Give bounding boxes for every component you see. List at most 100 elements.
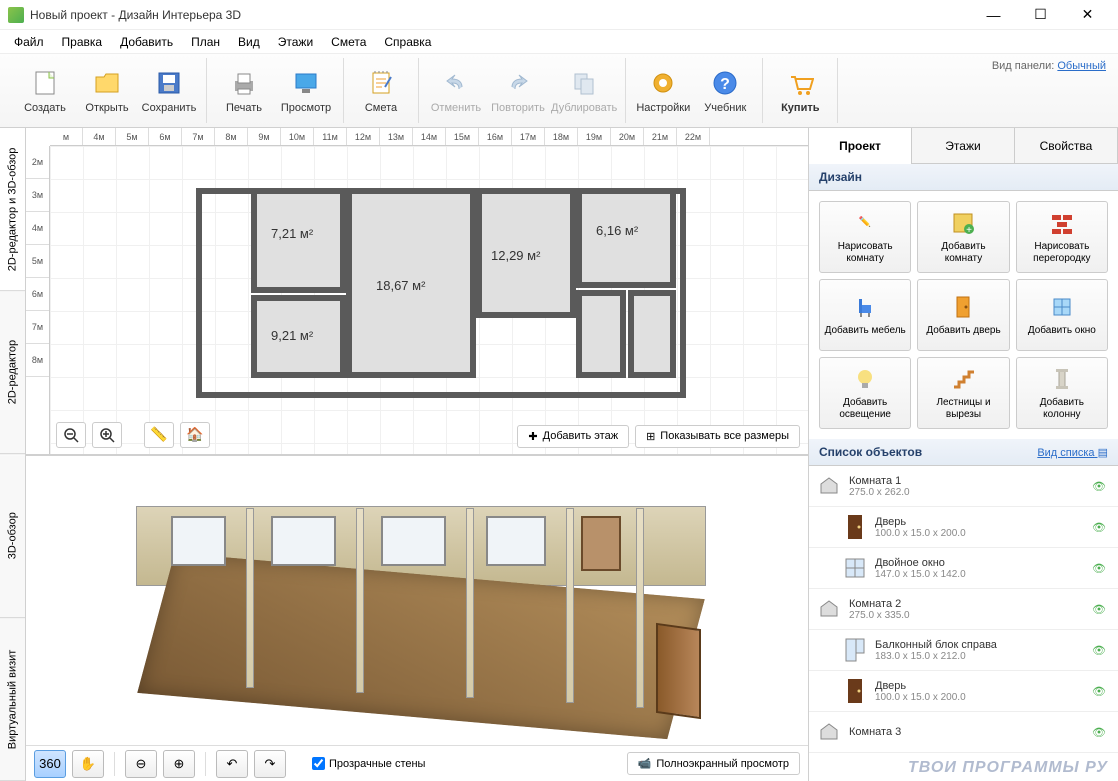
visibility-icon[interactable]: 👁 bbox=[1092, 685, 1110, 697]
menu-edit[interactable]: Правка bbox=[54, 32, 111, 52]
bulb-icon bbox=[851, 365, 879, 393]
zoom-in-button[interactable] bbox=[92, 422, 122, 448]
maximize-button[interactable]: ☐ bbox=[1018, 1, 1063, 29]
zoom-out-button[interactable] bbox=[56, 422, 86, 448]
menu-file[interactable]: Файл bbox=[6, 32, 52, 52]
list-item[interactable]: Комната 3👁 bbox=[809, 712, 1118, 753]
bricks-icon bbox=[1048, 209, 1076, 237]
cart-icon bbox=[784, 67, 816, 99]
home-button[interactable]: 🏠 bbox=[180, 422, 210, 448]
add-light-button[interactable]: Добавить освещение bbox=[819, 357, 911, 429]
preview-button[interactable]: Просмотр bbox=[277, 60, 335, 122]
print-button[interactable]: Печать bbox=[215, 60, 273, 122]
room-icon: + bbox=[949, 209, 977, 237]
open-button[interactable]: Открыть bbox=[78, 60, 136, 122]
pan-button[interactable]: ✋ bbox=[72, 750, 104, 778]
menu-add[interactable]: Добавить bbox=[112, 32, 181, 52]
tab-2d-3d[interactable]: 2D-редактор и 3D-обзор bbox=[0, 128, 25, 291]
dims-icon: ⊞ bbox=[646, 430, 655, 443]
camera-icon: 📹 bbox=[638, 757, 652, 770]
tab-3d[interactable]: 3D-обзор bbox=[0, 455, 25, 618]
svg-text:+: + bbox=[967, 225, 973, 235]
zoom-in-3d-button[interactable]: ⊕ bbox=[163, 750, 195, 778]
room-area-3: 12,29 м² bbox=[491, 248, 540, 263]
list-item[interactable]: Дверь100.0 x 15.0 x 200.0👁 bbox=[809, 507, 1118, 548]
transparent-walls-check[interactable]: Прозрачные стены bbox=[312, 757, 425, 770]
canvas-2d[interactable]: м4м5м6м7м8м9м10м11м12м13м14м15м16м17м18м… bbox=[26, 128, 808, 456]
panel-mode: Вид панели: Обычный bbox=[992, 60, 1106, 72]
ruler-horizontal: м4м5м6м7м8м9м10м11м12м13м14м15м16м17м18м… bbox=[50, 128, 808, 146]
tab-project[interactable]: Проект bbox=[809, 128, 912, 164]
tutorial-button[interactable]: ?Учебник bbox=[696, 60, 754, 122]
undo-icon bbox=[440, 67, 472, 99]
list-item[interactable]: Комната 2275.0 x 335.0👁 bbox=[809, 589, 1118, 630]
list-item[interactable]: Балконный блок справа183.0 x 15.0 x 212.… bbox=[809, 630, 1118, 671]
menu-floors[interactable]: Этажи bbox=[270, 32, 321, 52]
help-icon: ? bbox=[709, 67, 741, 99]
buy-button[interactable]: Купить bbox=[771, 60, 829, 122]
room-area-5: 9,21 м² bbox=[271, 328, 313, 343]
room-area-1: 7,21 м² bbox=[271, 226, 313, 241]
redo-icon bbox=[502, 67, 534, 99]
pencil-icon: ✏️ bbox=[851, 209, 879, 237]
save-icon bbox=[153, 67, 185, 99]
canvas-3d[interactable]: 360 ✋ ⊖ ⊕ ↶ ↷ Прозрачные стены 📹Полноэкр… bbox=[26, 456, 808, 781]
visibility-icon[interactable]: 👁 bbox=[1092, 726, 1110, 738]
undo-3d-button[interactable]: ↶ bbox=[216, 750, 248, 778]
visibility-icon[interactable]: 👁 bbox=[1092, 480, 1110, 492]
add-floor-button[interactable]: ✚Добавить этаж bbox=[517, 425, 629, 448]
redo-3d-button[interactable]: ↷ bbox=[254, 750, 286, 778]
estimate-button[interactable]: Смета bbox=[352, 60, 410, 122]
printer-icon bbox=[228, 67, 260, 99]
visibility-icon[interactable]: 👁 bbox=[1092, 562, 1110, 574]
close-button[interactable]: ✕ bbox=[1065, 1, 1110, 29]
save-button[interactable]: Сохранить bbox=[140, 60, 198, 122]
floor-plan[interactable]: 7,21 м² 18,67 м² 12,29 м² 6,16 м² 9,21 м… bbox=[196, 168, 686, 408]
new-icon bbox=[29, 67, 61, 99]
add-furniture-button[interactable]: Добавить мебель bbox=[819, 279, 911, 351]
monitor-icon bbox=[290, 67, 322, 99]
list-item[interactable]: Комната 1275.0 x 262.0👁 bbox=[809, 466, 1118, 507]
add-room-button[interactable]: +Добавить комнату bbox=[917, 201, 1009, 273]
visibility-icon[interactable]: 👁 bbox=[1092, 603, 1110, 615]
draw-wall-button[interactable]: Нарисовать перегородку bbox=[1016, 201, 1108, 273]
tab-virtual[interactable]: Виртуальный визит bbox=[0, 618, 25, 781]
room-icon bbox=[817, 593, 841, 625]
show-dims-button[interactable]: ⊞Показывать все размеры bbox=[635, 425, 800, 448]
list-item[interactable]: Двойное окно147.0 x 15.0 x 142.0👁 bbox=[809, 548, 1118, 589]
menu-plan[interactable]: План bbox=[183, 32, 228, 52]
list-item[interactable]: Дверь100.0 x 15.0 x 200.0👁 bbox=[809, 671, 1118, 712]
add-door-button[interactable]: Добавить дверь bbox=[917, 279, 1009, 351]
panel-mode-link[interactable]: Обычный bbox=[1057, 60, 1106, 72]
settings-button[interactable]: Настройки bbox=[634, 60, 692, 122]
tab-floors[interactable]: Этажи bbox=[912, 128, 1015, 164]
stairs-button[interactable]: Лестницы и вырезы bbox=[917, 357, 1009, 429]
svg-text:?: ? bbox=[720, 76, 730, 93]
notepad-icon bbox=[365, 67, 397, 99]
list-mode-link[interactable]: Вид списка ▤ bbox=[1037, 446, 1108, 459]
room-icon bbox=[817, 470, 841, 502]
tab-properties[interactable]: Свойства bbox=[1015, 128, 1118, 164]
object-list[interactable]: Комната 1275.0 x 262.0👁Дверь100.0 x 15.0… bbox=[809, 466, 1118, 781]
menu-help[interactable]: Справка bbox=[376, 32, 439, 52]
add-column-button[interactable]: Добавить колонну bbox=[1016, 357, 1108, 429]
fullscreen-button[interactable]: 📹Полноэкранный просмотр bbox=[627, 752, 800, 775]
rotate-360-button[interactable]: 360 bbox=[34, 750, 66, 778]
design-section-header: Дизайн bbox=[809, 164, 1118, 191]
ruler-vertical: 2м3м4м5м6м7м8м bbox=[26, 146, 50, 454]
menu-view[interactable]: Вид bbox=[230, 32, 268, 52]
zoom-out-3d-button[interactable]: ⊖ bbox=[125, 750, 157, 778]
ruler-button[interactable]: 📏 bbox=[144, 422, 174, 448]
room-area-2: 18,67 м² bbox=[376, 278, 425, 293]
visibility-icon[interactable]: 👁 bbox=[1092, 644, 1110, 656]
menu-estimate[interactable]: Смета bbox=[323, 32, 374, 52]
add-window-button[interactable]: Добавить окно bbox=[1016, 279, 1108, 351]
create-button[interactable]: Создать bbox=[16, 60, 74, 122]
minimize-button[interactable]: — bbox=[971, 1, 1016, 29]
undo-button: Отменить bbox=[427, 60, 485, 122]
titlebar: Новый проект - Дизайн Интерьера 3D — ☐ ✕ bbox=[0, 0, 1118, 30]
tab-2d[interactable]: 2D-редактор bbox=[0, 291, 25, 454]
visibility-icon[interactable]: 👁 bbox=[1092, 521, 1110, 533]
draw-room-button[interactable]: ✏️Нарисовать комнату bbox=[819, 201, 911, 273]
app-icon bbox=[8, 7, 24, 23]
